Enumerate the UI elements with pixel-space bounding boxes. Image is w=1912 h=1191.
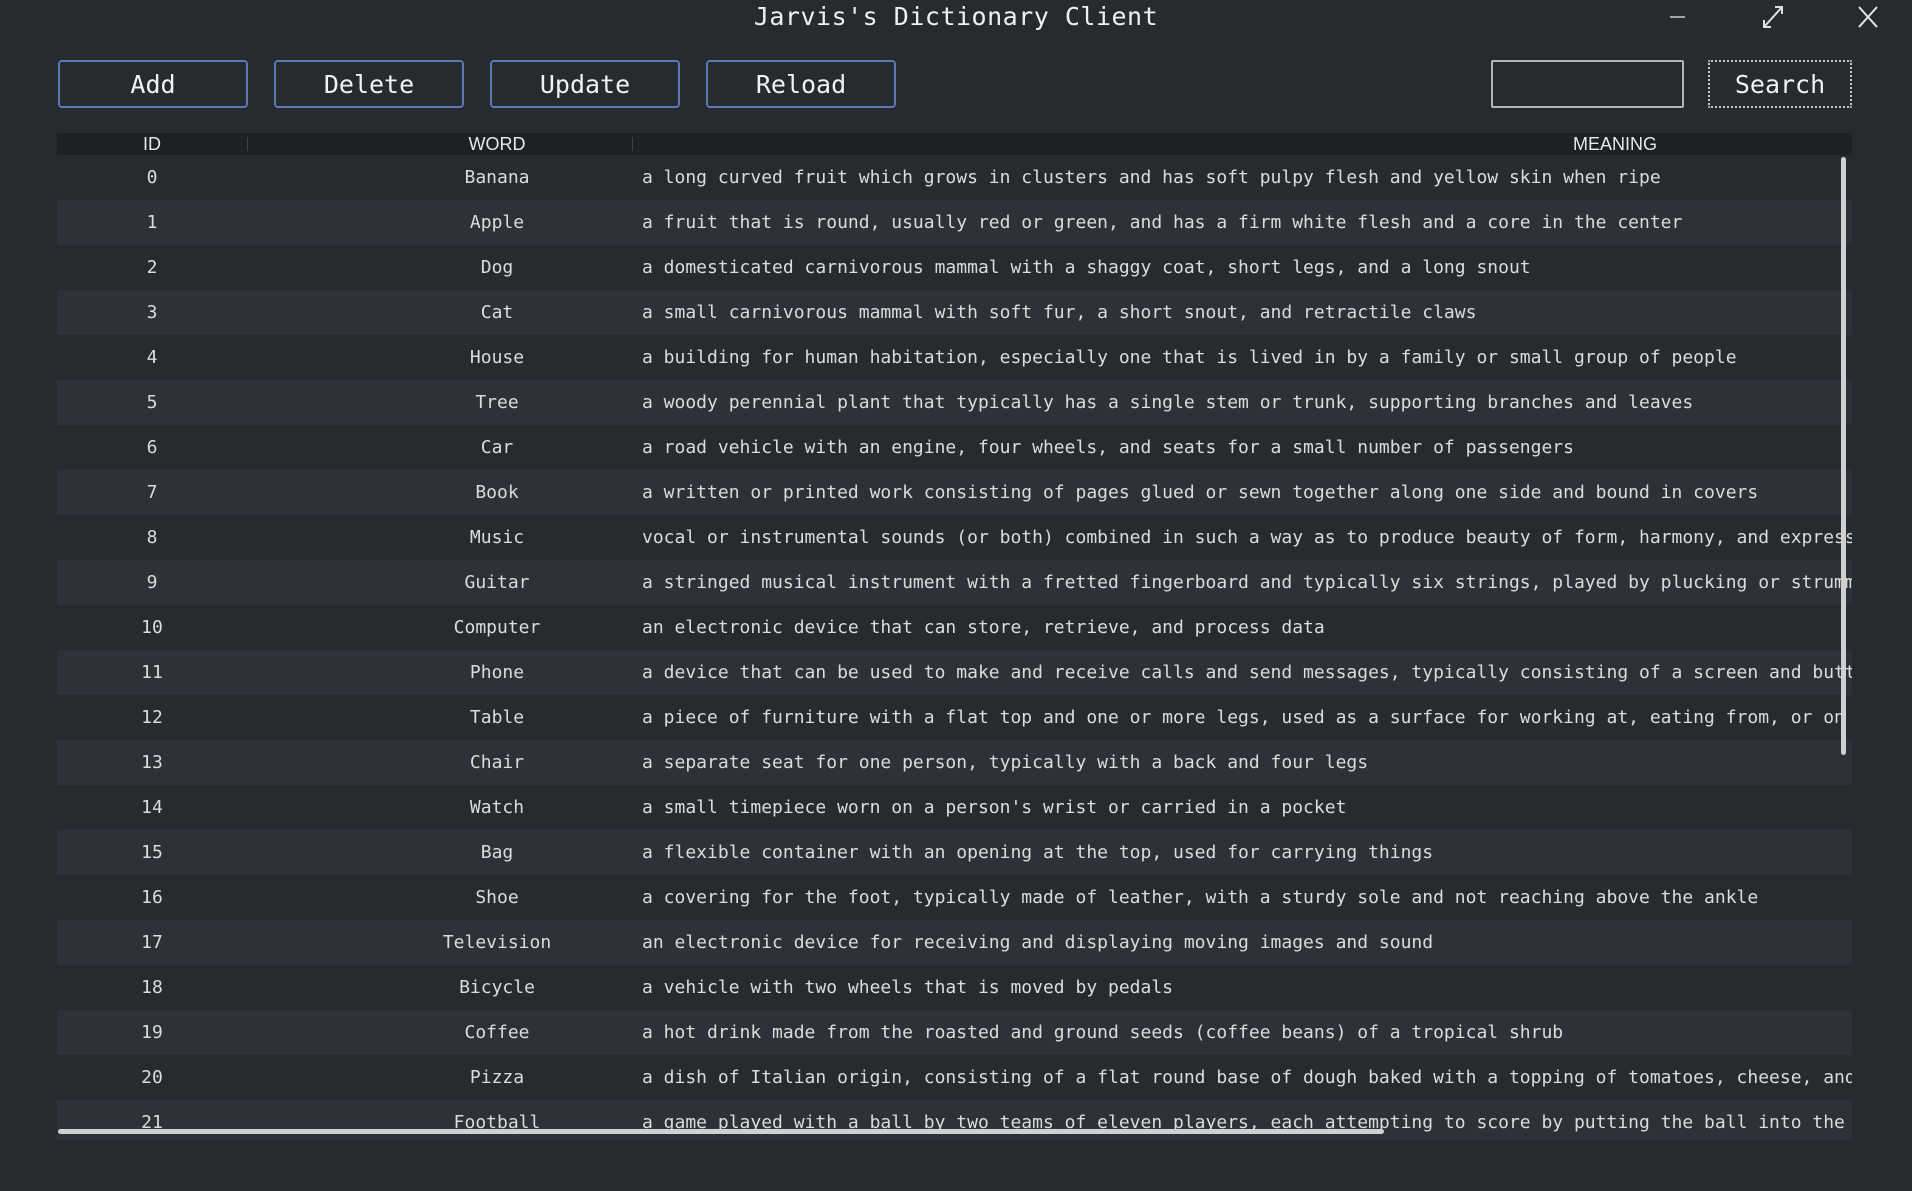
table-row[interactable]: 6 Car a road vehicle with an engine, four … <box>57 425 1852 470</box>
cell-id: 12 <box>141 707 163 728</box>
cell-meaning: a vehicle with two wheels that is moved … <box>642 977 1174 998</box>
table-row[interactable]: 8 Music vocal or instrumental sounds (or b… <box>57 515 1852 560</box>
update-button[interactable]: Update <box>490 60 680 108</box>
maximize-button[interactable] <box>1755 2 1791 32</box>
table-row[interactable]: 17 Television an electronic device for rec… <box>57 920 1852 965</box>
table-row[interactable]: 0 Banana a long curved fruit which grows i… <box>57 155 1852 200</box>
cell-meaning: a building for human habitation, especia… <box>642 347 1737 368</box>
table-row[interactable]: 4 House a building for human habitation, e… <box>57 335 1852 380</box>
search-button[interactable]: Search <box>1708 60 1852 108</box>
cell-id: 1 <box>146 212 158 233</box>
table-row[interactable]: 3 Cat a small carnivorous mammal with soft… <box>57 290 1852 335</box>
cell-meaning: a stringed musical instrument with a fre… <box>642 572 1852 593</box>
vertical-scrollbar[interactable] <box>1841 157 1846 755</box>
close-icon <box>1850 2 1886 32</box>
table-row[interactable]: 9 Guitar a stringed musical instrument wit… <box>57 560 1852 605</box>
table-row[interactable]: 19 Coffee a hot drink made from the roaste… <box>57 1010 1852 1055</box>
dictionary-table: ID WORD MEANING 0 Banana a long curved fru… <box>57 133 1852 1140</box>
maximize-icon <box>1755 2 1791 32</box>
cell-meaning: a road vehicle with an engine, four whee… <box>642 437 1574 458</box>
cell-meaning: an electronic device that can store, ret… <box>642 617 1325 638</box>
table-header: ID WORD MEANING <box>57 133 1852 155</box>
cell-id: 4 <box>146 347 158 368</box>
table-row[interactable]: 16 Shoe a covering for the foot, typically… <box>57 875 1852 920</box>
cell-id: 5 <box>146 392 158 413</box>
table-row[interactable]: 14 Watch a small timepiece worn on a perso… <box>57 785 1852 830</box>
close-button[interactable] <box>1850 2 1886 32</box>
cell-id: 15 <box>141 842 163 863</box>
table-row[interactable]: 1 Apple a fruit that is round, usually red… <box>57 200 1852 245</box>
cell-id: 21 <box>141 1112 163 1133</box>
cell-id: 6 <box>146 437 158 458</box>
table-row[interactable]: 11 Phone a device that can be used to make… <box>57 650 1852 695</box>
cell-meaning: a small timepiece worn on a person's wri… <box>642 797 1347 818</box>
table-row[interactable]: 15 Bag a flexible container with an openin… <box>57 830 1852 875</box>
cell-meaning: a flexible container with an opening at … <box>642 842 1434 863</box>
cell-id: 14 <box>141 797 163 818</box>
cell-id: 19 <box>141 1022 163 1043</box>
cell-id: 7 <box>146 482 158 503</box>
column-header-id[interactable]: ID <box>57 133 247 155</box>
cell-id: 2 <box>146 257 158 278</box>
column-divider <box>632 137 633 151</box>
column-header-word[interactable]: WORD <box>247 133 747 155</box>
table-row[interactable]: 13 Chair a separate seat for one person, t… <box>57 740 1852 785</box>
cell-meaning: an electronic device for receiving and d… <box>642 932 1434 953</box>
window-title: Jarvis's Dictionary Client <box>753 2 1159 31</box>
table-row[interactable]: 2 Dog a domesticated carnivorous mammal wi… <box>57 245 1852 290</box>
horizontal-scrollbar[interactable] <box>58 1129 1384 1134</box>
cell-id: 16 <box>141 887 163 908</box>
table-row[interactable]: 12 Table a piece of furniture with a flat … <box>57 695 1852 740</box>
cell-id: 13 <box>141 752 163 773</box>
reload-button[interactable]: Reload <box>706 60 896 108</box>
cell-meaning: a fruit that is round, usually red or gr… <box>642 212 1683 233</box>
cell-id: 20 <box>141 1067 163 1088</box>
cell-id: 10 <box>141 617 163 638</box>
cell-meaning: a piece of furniture with a flat top and… <box>642 707 1845 728</box>
cell-id: 0 <box>146 167 158 188</box>
cell-meaning: a device that can be used to make and re… <box>642 662 1852 683</box>
minimize-button[interactable] <box>1659 2 1695 32</box>
cell-meaning: a game played with a ball by two teams o… <box>642 1112 1845 1133</box>
add-button[interactable]: Add <box>58 60 248 108</box>
table-row[interactable]: 20 Pizza a dish of Italian origin, consist… <box>57 1055 1852 1100</box>
cell-meaning: a dish of Italian origin, consisting of … <box>642 1067 1852 1088</box>
cell-id: 3 <box>146 302 158 323</box>
table-body: 0 Banana a long curved fruit which grows i… <box>57 155 1852 1140</box>
cell-id: 11 <box>141 662 163 683</box>
cell-id: 9 <box>146 572 158 593</box>
cell-meaning: a domesticated carnivorous mammal with a… <box>642 257 1531 278</box>
search-input[interactable] <box>1491 60 1684 108</box>
column-header-meaning[interactable]: MEANING <box>747 133 1852 155</box>
cell-meaning: a covering for the foot, typically made … <box>642 887 1759 908</box>
cell-meaning: vocal or instrumental sounds (or both) c… <box>642 527 1852 548</box>
cell-meaning: a hot drink made from the roasted and gr… <box>642 1022 1564 1043</box>
delete-button[interactable]: Delete <box>274 60 464 108</box>
title-bar: Jarvis's Dictionary Client <box>0 0 1912 34</box>
cell-meaning: a long curved fruit which grows in clust… <box>642 167 1661 188</box>
cell-meaning: a separate seat for one person, typicall… <box>642 752 1369 773</box>
table-row[interactable]: 5 Tree a woody perennial plant that typica… <box>57 380 1852 425</box>
cell-meaning: a small carnivorous mammal with soft fur… <box>642 302 1477 323</box>
cell-meaning: a woody perennial plant that typically h… <box>642 392 1694 413</box>
table-row[interactable]: 18 Bicycle a vehicle with two wheels that … <box>57 965 1852 1010</box>
minimize-icon <box>1659 2 1695 32</box>
cell-meaning: a written or printed work consisting of … <box>642 482 1759 503</box>
table-row[interactable]: 21 Football a game played with a ball by t… <box>57 1100 1852 1140</box>
cell-id: 8 <box>146 527 158 548</box>
table-row[interactable]: 7 Book a written or printed work consistin… <box>57 470 1852 515</box>
table-row[interactable]: 10 Computer an electronic device that can … <box>57 605 1852 650</box>
cell-id: 18 <box>141 977 163 998</box>
cell-id: 17 <box>141 932 163 953</box>
